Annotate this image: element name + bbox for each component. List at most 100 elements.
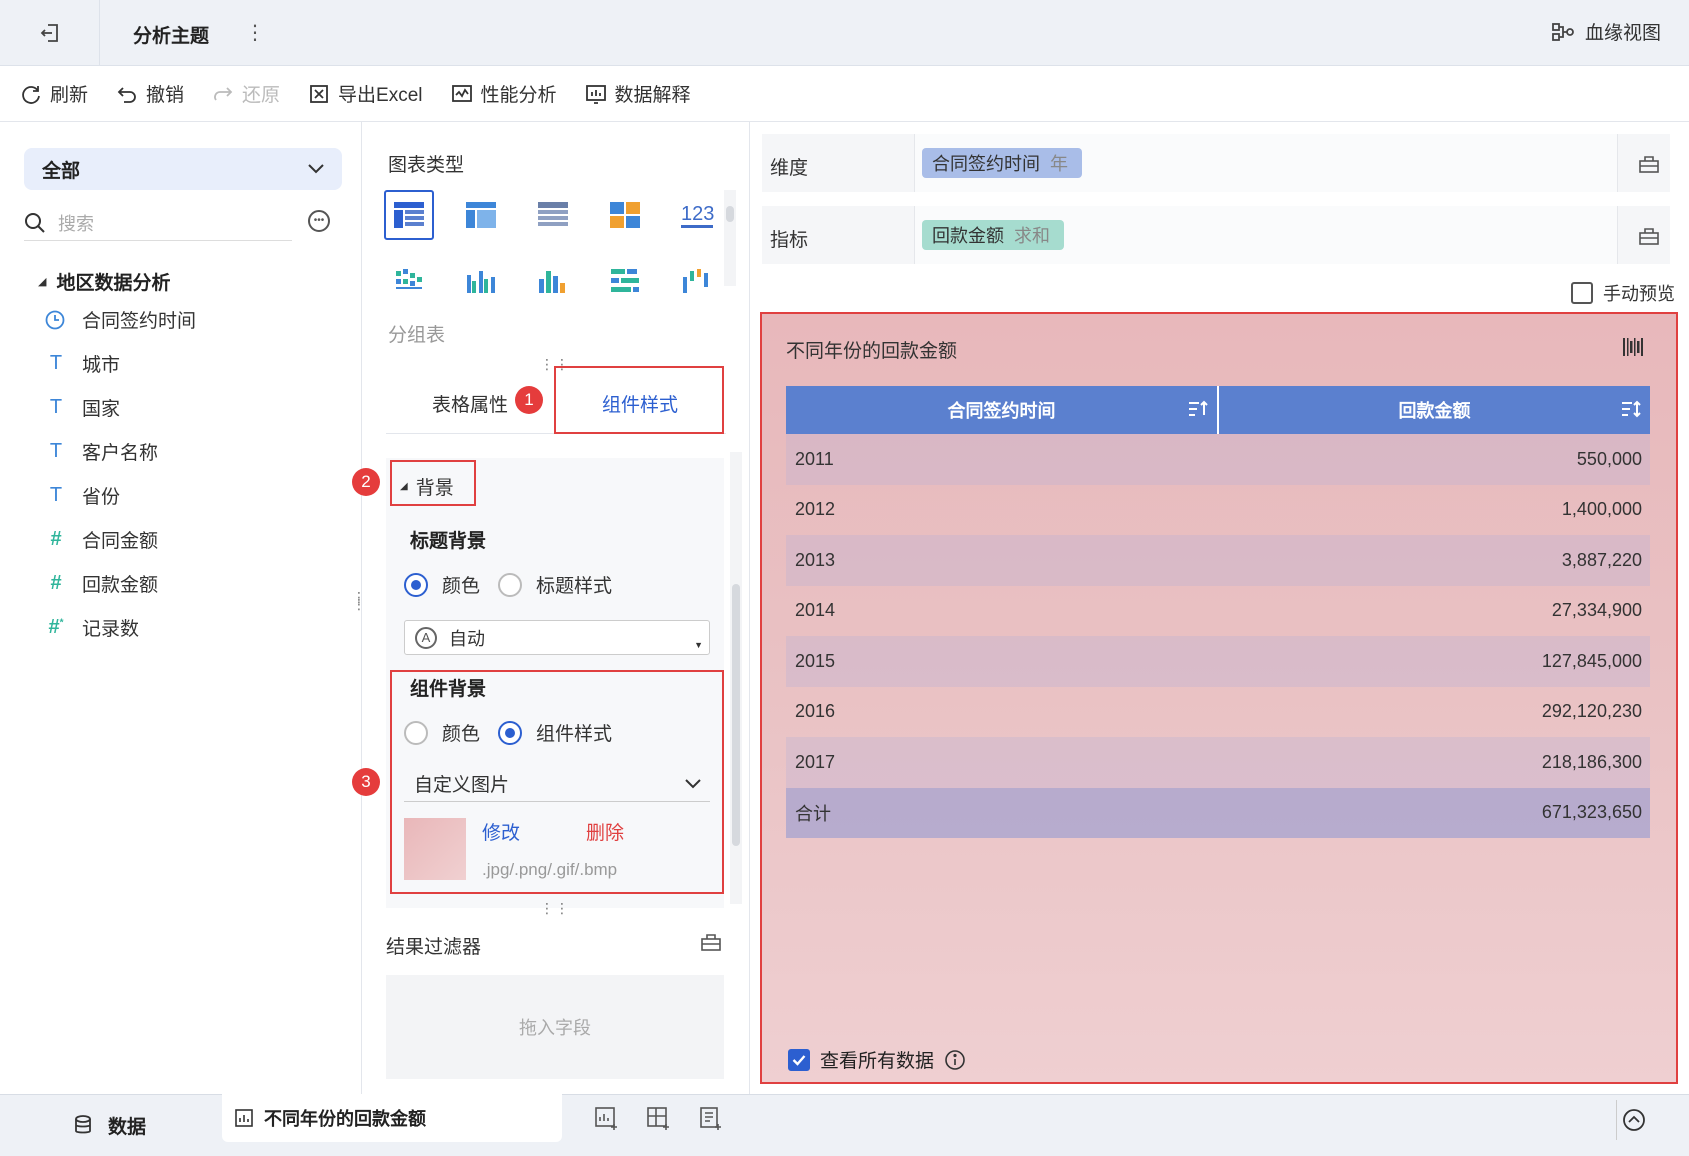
field-item-payment-amount[interactable]: # 回款金额 <box>44 570 158 597</box>
chevron-down-icon <box>308 164 324 174</box>
field-item-contract-amount[interactable]: # 合同金额 <box>44 526 158 553</box>
number-chart-icon[interactable]: 123 <box>672 190 722 240</box>
add-dashboard-icon[interactable] <box>646 1106 672 1132</box>
performance-icon <box>451 84 472 102</box>
tab-table-properties[interactable]: 表格属性 <box>432 390 508 417</box>
column-header[interactable]: 合同签约时间 <box>786 386 1217 434</box>
chart-type-scrollbar[interactable] <box>724 190 736 286</box>
data-explain-button[interactable]: 数据解释 <box>585 80 691 107</box>
tab-data[interactable]: 数据 <box>0 1094 218 1156</box>
sort-icon[interactable] <box>1620 399 1642 419</box>
title-bg-style-option[interactable]: 标题样式 <box>498 571 612 598</box>
column-chart-icon[interactable] <box>528 256 578 306</box>
add-report-icon[interactable] <box>698 1106 724 1132</box>
horizontal-bar-chart-icon[interactable] <box>600 256 650 306</box>
field-item-city[interactable]: T 城市 <box>44 350 120 377</box>
dimension-field-pill[interactable]: 合同签约时间 年 <box>922 148 1082 178</box>
info-icon[interactable] <box>944 1049 966 1071</box>
filter-drop-zone[interactable]: 拖入字段 <box>386 975 724 1079</box>
dimension-settings-icon[interactable] <box>1638 154 1660 174</box>
title-bg-color-value: 自动 <box>449 628 485 649</box>
component-bg-color-option[interactable]: 颜色 <box>404 719 480 746</box>
scope-select[interactable]: 全部 <box>24 148 342 190</box>
annotation-badge-1: 1 <box>515 386 543 414</box>
field-item-customer[interactable]: T 客户名称 <box>44 438 158 465</box>
radio-unselected[interactable] <box>498 572 522 597</box>
checkbox-checked[interactable] <box>788 1048 810 1071</box>
modify-image-link[interactable]: 修改 <box>482 818 520 845</box>
more-options-icon[interactable]: ••• <box>308 210 330 232</box>
radio-unselected[interactable] <box>404 720 428 745</box>
settings-scrollbar[interactable] <box>730 452 742 904</box>
refresh-button[interactable]: 刷新 <box>20 80 88 107</box>
add-chart-sheet-icon[interactable] <box>594 1106 620 1132</box>
field-item-province[interactable]: T 省份 <box>44 482 120 509</box>
checkbox-unchecked[interactable] <box>1571 282 1593 304</box>
scatter-bar-chart-icon[interactable] <box>384 256 434 306</box>
kpi-card-chart-icon[interactable] <box>600 190 650 240</box>
filter-settings-icon[interactable] <box>700 932 722 952</box>
resize-grip-icon[interactable]: ⋮ ⋮ <box>352 590 366 611</box>
scroll-thumb[interactable] <box>726 206 734 222</box>
database-icon <box>75 1115 91 1134</box>
field-label: 国家 <box>82 399 121 420</box>
table-cell: 292,120,230 <box>1541 701 1642 722</box>
pill-sub: 年 <box>1050 154 1068 174</box>
grouped-table-chart-icon[interactable] <box>384 190 434 240</box>
manual-preview-label: 手动预览 <box>1603 284 1675 304</box>
collapse-up-icon[interactable] <box>1622 1108 1646 1132</box>
table-cell: 671,323,650 <box>1541 802 1642 823</box>
waterfall-chart-icon[interactable] <box>672 256 722 306</box>
component-style-select[interactable]: 自定义图片 <box>404 766 710 802</box>
search-input[interactable]: 搜索 <box>24 205 292 241</box>
auto-color-icon: A <box>415 626 437 649</box>
cross-table-chart-icon[interactable] <box>456 190 506 240</box>
table-cell: 27,334,900 <box>1551 600 1642 621</box>
view-all-label: 查看所有数据 <box>820 1051 935 1072</box>
tab-sheet[interactable]: 不同年份的回款金额 <box>222 1094 562 1142</box>
component-bg-style-option[interactable]: 组件样式 <box>498 719 612 746</box>
chevron-down-icon <box>685 779 701 789</box>
scroll-thumb[interactable] <box>732 584 740 846</box>
text-type-icon: T <box>49 352 63 374</box>
preview-title: 不同年份的回款金额 <box>786 341 958 362</box>
measure-settings-icon[interactable] <box>1638 226 1660 246</box>
background-section-toggle[interactable]: ◢ 背景 <box>400 473 454 500</box>
manual-preview-toggle[interactable]: 手动预览 <box>1571 280 1675 306</box>
dimension-label: 维度 <box>770 158 809 179</box>
option-label: 组件样式 <box>536 724 613 745</box>
more-vertical-icon[interactable]: ⋮ <box>245 20 265 45</box>
radio-selected[interactable] <box>404 572 428 597</box>
drag-grip-icon[interactable]: ⋮⋮ <box>540 900 570 917</box>
delete-image-link[interactable]: 删除 <box>586 818 624 845</box>
annotation-badge-3: 3 <box>352 768 380 796</box>
export-excel-button[interactable]: 导出Excel <box>308 80 423 107</box>
field-item-contract-time[interactable]: 合同签约时间 <box>44 306 196 333</box>
toolbar: 刷新 撤销 还原 导出Excel 性能分析 数据解释 <box>0 66 1689 122</box>
view-all-data-toggle[interactable]: 查看所有数据 <box>788 1046 966 1073</box>
lineage-label: 血缘视图 <box>1584 23 1661 44</box>
back-button[interactable] <box>0 0 100 66</box>
title-bg-color-select[interactable]: A 自动 ▼ <box>404 620 710 655</box>
measure-field-pill[interactable]: 回款金额 求和 <box>922 220 1064 250</box>
grouped-bar-chart-icon[interactable] <box>456 256 506 306</box>
table-row: 2016 292,120,230 <box>786 687 1650 738</box>
redo-button[interactable]: 还原 <box>212 80 280 107</box>
lineage-view-button[interactable]: 血缘视图 <box>1551 18 1661 45</box>
barcode-icon[interactable] <box>1622 336 1644 358</box>
column-header[interactable]: 回款金额 <box>1217 386 1650 434</box>
field-item-record-count[interactable]: #* 记录数 <box>44 614 139 641</box>
performance-button[interactable]: 性能分析 <box>451 80 557 107</box>
search-icon <box>25 212 45 233</box>
undo-button[interactable]: 撤销 <box>116 80 184 107</box>
title-bg-color-option[interactable]: 颜色 <box>404 571 480 598</box>
tab-component-style[interactable]: 组件样式 <box>602 390 678 417</box>
sort-icon[interactable] <box>1187 399 1209 419</box>
field-item-country[interactable]: T 国家 <box>44 394 120 421</box>
column-header-label: 回款金额 <box>1398 401 1471 421</box>
radio-selected[interactable] <box>498 720 522 745</box>
detail-table-chart-icon[interactable] <box>528 190 578 240</box>
field-group-title[interactable]: ◢ 地区数据分析 <box>38 268 170 295</box>
exit-icon <box>40 24 58 42</box>
redo-label: 还原 <box>242 85 281 106</box>
